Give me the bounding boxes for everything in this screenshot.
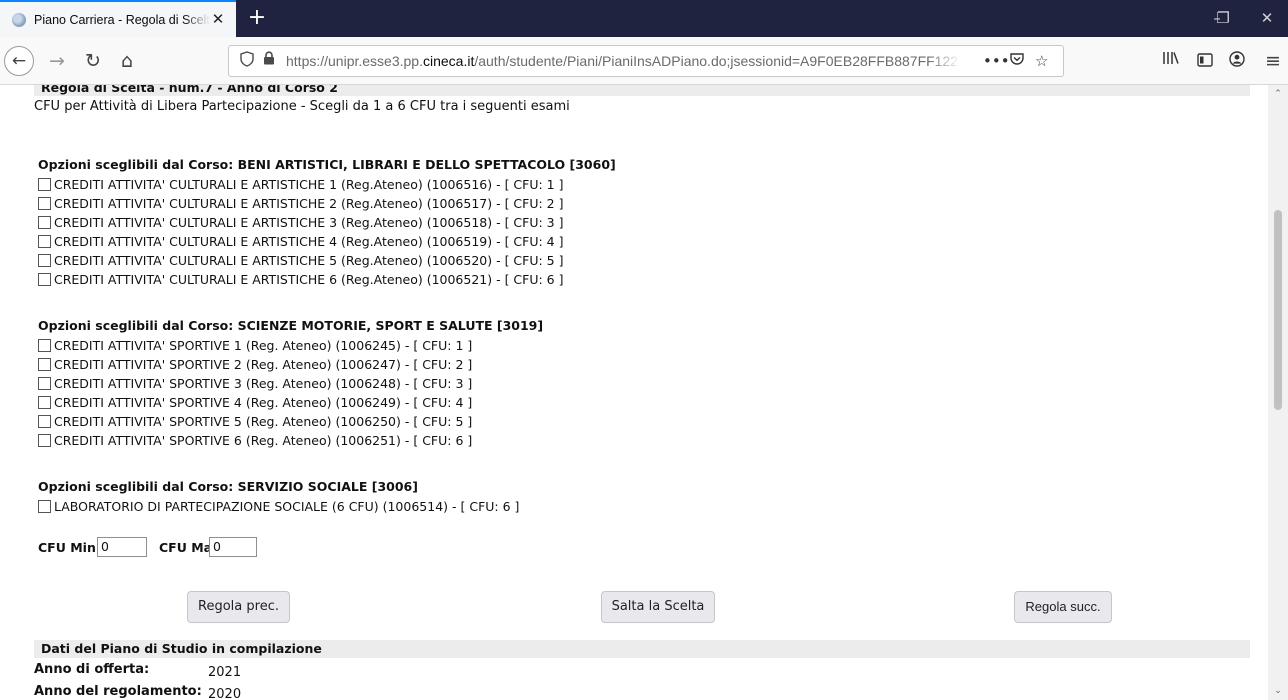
- offer-year-label: Anno di offerta:: [34, 662, 150, 677]
- menu-icon[interactable]: ≡: [1258, 46, 1288, 76]
- pocket-icon[interactable]: [1009, 51, 1025, 71]
- option-label: CREDITI ATTIVITA' SPORTIVE 4 (Reg. Atene…: [54, 394, 473, 410]
- tab-close-icon[interactable]: ✕: [210, 11, 226, 27]
- option-checkbox[interactable]: [38, 414, 51, 428]
- forward-button[interactable]: →: [42, 46, 72, 76]
- reload-button[interactable]: ↻: [78, 46, 108, 76]
- option-checkbox[interactable]: [38, 177, 51, 191]
- scrollbar-thumb[interactable]: [1274, 210, 1282, 410]
- option-label: CREDITI ATTIVITA' SPORTIVE 2 (Reg. Atene…: [54, 356, 473, 372]
- option-label: CREDITI ATTIVITA' CULTURALI E ARTISTICHE…: [54, 252, 564, 268]
- option-label: CREDITI ATTIVITA' SPORTIVE 3 (Reg. Atene…: [54, 375, 473, 391]
- option-label: CREDITI ATTIVITA' SPORTIVE 5 (Reg. Atene…: [54, 413, 473, 429]
- bookmark-star-icon[interactable]: ☆: [1035, 51, 1048, 71]
- site-favicon-icon: [12, 12, 26, 27]
- new-tab-button[interactable]: +: [243, 4, 271, 32]
- option-checkbox[interactable]: [38, 272, 51, 286]
- active-tab[interactable]: Piano Carriera - Regola di Scelta ✕: [0, 0, 236, 37]
- option-row[interactable]: LABORATORIO DI PARTECIPAZIONE SOCIALE (6…: [38, 497, 519, 515]
- option-row[interactable]: CREDITI ATTIVITA' CULTURALI E ARTISTICHE…: [38, 251, 563, 269]
- option-checkbox[interactable]: [38, 499, 51, 513]
- option-row[interactable]: CREDITI ATTIVITA' SPORTIVE 6 (Reg. Atene…: [38, 431, 472, 449]
- option-row[interactable]: CREDITI ATTIVITA' CULTURALI E ARTISTICHE…: [38, 270, 563, 288]
- option-row[interactable]: CREDITI ATTIVITA' CULTURALI E ARTISTICHE…: [38, 232, 563, 250]
- cfu-min-field[interactable]: 0: [97, 537, 147, 557]
- option-checkbox[interactable]: [38, 215, 51, 229]
- skip-choice-button[interactable]: Salta la Scelta: [601, 591, 715, 623]
- option-row[interactable]: CREDITI ATTIVITA' CULTURALI E ARTISTICHE…: [38, 213, 563, 231]
- option-label: CREDITI ATTIVITA' SPORTIVE 6 (Reg. Atene…: [54, 432, 473, 448]
- option-label: LABORATORIO DI PARTECIPAZIONE SOCIALE (6…: [54, 498, 520, 514]
- option-row[interactable]: CREDITI ATTIVITA' SPORTIVE 4 (Reg. Atene…: [38, 393, 472, 411]
- option-label: CREDITI ATTIVITA' CULTURALI E ARTISTICHE…: [54, 195, 564, 211]
- option-row[interactable]: CREDITI ATTIVITA' CULTURALI E ARTISTICHE…: [38, 175, 563, 193]
- option-row[interactable]: CREDITI ATTIVITA' SPORTIVE 1 (Reg. Atene…: [38, 336, 472, 354]
- option-row[interactable]: CREDITI ATTIVITA' SPORTIVE 5 (Reg. Atene…: [38, 412, 472, 430]
- option-checkbox[interactable]: [38, 433, 51, 447]
- sidebar-icon[interactable]: [1190, 46, 1220, 76]
- regulation-year-label: Anno del regolamento:: [34, 684, 202, 699]
- scroll-up-icon[interactable]: ⌃: [1272, 88, 1284, 100]
- rule-header: Regola di Scelta - num.7 - Anno di Corso…: [34, 85, 1250, 96]
- tab-title: Piano Carriera - Regola di Scelta: [34, 12, 210, 27]
- previous-rule-button[interactable]: Regola prec.: [187, 591, 290, 623]
- back-button[interactable]: ←: [4, 46, 34, 76]
- next-rule-button[interactable]: Regola succ.: [1014, 591, 1112, 623]
- account-icon[interactable]: [1222, 46, 1252, 76]
- option-label: CREDITI ATTIVITA' CULTURALI E ARTISTICHE…: [54, 176, 564, 192]
- home-button[interactable]: ⌂: [112, 46, 142, 76]
- tracking-shield-icon[interactable]: [237, 51, 257, 71]
- navigation-toolbar: ← → ↻ ⌂ https://unipr.esse3.pp.cineca.it…: [0, 37, 1288, 85]
- option-checkbox[interactable]: [38, 395, 51, 409]
- regulation-year-value: 2020: [208, 687, 242, 700]
- rule-description: CFU per Attività di Libera Partecipazion…: [34, 99, 570, 114]
- library-icon[interactable]: [1156, 46, 1186, 76]
- scroll-down-icon[interactable]: ⌄: [1272, 685, 1284, 697]
- option-label: CREDITI ATTIVITA' CULTURALI E ARTISTICHE…: [54, 214, 564, 230]
- option-checkbox[interactable]: [38, 253, 51, 267]
- option-checkbox[interactable]: [38, 338, 51, 352]
- group-title-servizio-sociale: Opzioni sceglibili dal Corso: SERVIZIO S…: [38, 479, 418, 494]
- close-window-button[interactable]: ✕: [1246, 0, 1288, 37]
- option-checkbox[interactable]: [38, 357, 51, 371]
- group-title-scienze-motorie: Opzioni sceglibili dal Corso: SCIENZE MO…: [38, 318, 544, 333]
- group-title-beni-artistici: Opzioni sceglibili dal Corso: BENI ARTIS…: [38, 157, 616, 172]
- option-checkbox[interactable]: [38, 376, 51, 390]
- cfu-min-label: CFU Min:: [38, 540, 101, 555]
- option-checkbox[interactable]: [38, 234, 51, 248]
- option-label: CREDITI ATTIVITA' SPORTIVE 1 (Reg. Atene…: [54, 337, 473, 353]
- maximize-button[interactable]: ❐: [1211, 0, 1235, 37]
- option-label: CREDITI ATTIVITA' CULTURALI E ARTISTICHE…: [54, 233, 564, 249]
- address-bar[interactable]: https://unipr.esse3.pp.cineca.it/auth/st…: [228, 45, 1064, 77]
- plan-header: Dati del Piano di Studio in compilazione: [34, 640, 1250, 658]
- option-label: CREDITI ATTIVITA' CULTURALI E ARTISTICHE…: [54, 271, 564, 287]
- option-row[interactable]: CREDITI ATTIVITA' CULTURALI E ARTISTICHE…: [38, 194, 563, 212]
- page-content: Regola di Scelta - num.7 - Anno di Corso…: [0, 85, 1268, 700]
- tab-strip: Piano Carriera - Regola di Scelta ✕ + – …: [0, 0, 1288, 37]
- page-actions-button[interactable]: •••: [983, 51, 1010, 71]
- page-scrollbar[interactable]: ⌃ ⌄: [1268, 85, 1288, 700]
- option-checkbox[interactable]: [38, 196, 51, 210]
- url-text[interactable]: https://unipr.esse3.pp.cineca.it/auth/st…: [286, 53, 961, 69]
- option-row[interactable]: CREDITI ATTIVITA' SPORTIVE 3 (Reg. Atene…: [38, 374, 472, 392]
- option-row[interactable]: CREDITI ATTIVITA' SPORTIVE 2 (Reg. Atene…: [38, 355, 472, 373]
- lock-icon[interactable]: [259, 51, 279, 71]
- offer-year-value: 2021: [208, 665, 242, 680]
- cfu-max-field[interactable]: 0: [209, 537, 257, 557]
